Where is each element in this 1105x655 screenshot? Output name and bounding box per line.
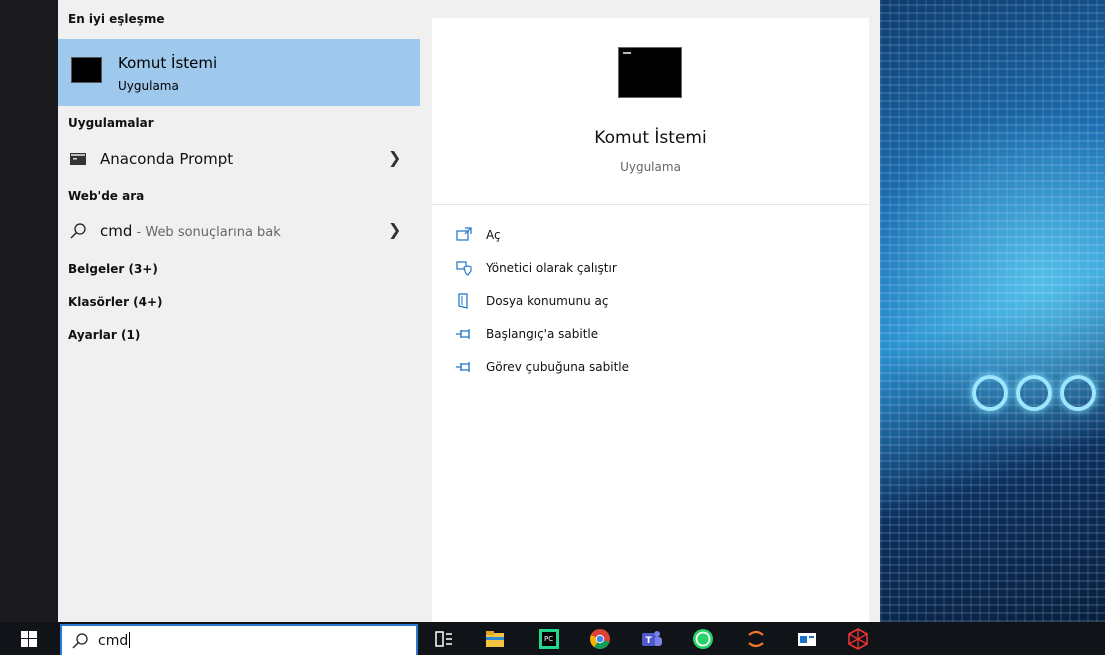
preview-pane: Komut İstemi Uygulama Aç Yönetici olarak… [420,0,880,622]
file-location-icon [458,293,468,309]
divider [432,204,869,205]
pin-icon [456,329,470,339]
desktop-wallpaper [880,0,1105,622]
svg-text:T: T [646,636,653,646]
search-icon [70,223,86,239]
wallpaper-pattern [880,0,1105,622]
pin-icon [456,362,470,372]
best-match-subtitle: Uygulama [118,79,179,93]
action-label: Dosya konumunu aç [486,294,609,308]
action-label: Görev çubuğuna sabitle [486,360,630,374]
action-label: Başlangıç'a sabitle [486,327,599,341]
pycharm-icon[interactable]: PC [537,627,561,651]
network-app-icon[interactable] [846,627,870,651]
web-suffix: - Web sonuçlarına bak [132,225,281,240]
teams-icon[interactable]: T [640,627,664,651]
command-prompt-large-icon [618,47,682,98]
jupyter-icon[interactable] [744,627,768,651]
documents-category[interactable]: Belgeler (3+) [68,262,158,276]
run-as-admin-icon [456,261,472,276]
action-open[interactable]: Aç [456,225,856,247]
windows-logo-icon [21,631,37,647]
best-match-item[interactable]: Komut İstemi Uygulama [58,39,420,106]
apps-header: Uygulamalar [68,116,154,130]
action-label: Aç [486,228,501,242]
action-run-as-admin[interactable]: Yönetici olarak çalıştır [456,258,856,280]
web-query: cmd [100,222,133,240]
best-match-title: Komut İstemi [118,54,218,72]
search-icon [72,633,88,649]
wallpaper-ring [1016,375,1052,411]
start-button[interactable] [0,622,58,655]
whatsapp-icon[interactable] [691,627,715,651]
web-result-label: cmd - Web sonuçlarına bak [100,222,281,240]
preview-card: Komut İstemi Uygulama Aç Yönetici olarak… [432,18,869,622]
text-caret [129,632,131,648]
search-text: cmd [98,632,131,649]
svg-text:PC: PC [544,635,553,643]
action-label: Yönetici olarak çalıştır [486,261,617,275]
action-pin-to-taskbar[interactable]: Görev çubuğuna sabitle [456,357,856,379]
list-item-web-search[interactable]: cmd - Web sonuçlarına bak ❯ [58,216,420,246]
list-item-anaconda-prompt[interactable]: Anaconda Prompt ❯ [58,144,420,174]
search-results-pane: En iyi eşleşme Komut İstemi Uygulama Uyg… [58,0,420,622]
chevron-right-icon[interactable]: ❯ [388,148,401,167]
app-label: Anaconda Prompt [100,150,234,168]
taskbar-search-input[interactable]: cmd [60,624,418,655]
best-match-header: En iyi eşleşme [68,12,165,26]
settings-category[interactable]: Ayarlar (1) [68,328,140,342]
open-icon [456,227,472,241]
app-window-icon[interactable] [795,627,819,651]
search-value: cmd [98,633,129,649]
preview-title: Komut İstemi [594,128,707,148]
file-explorer-icon[interactable] [483,627,507,651]
action-open-file-location[interactable]: Dosya konumunu aç [456,291,856,313]
action-pin-to-start[interactable]: Başlangıç'a sabitle [456,324,856,346]
preview-subtitle: Uygulama [620,160,681,174]
folders-category[interactable]: Klasörler (4+) [68,295,163,309]
terminal-icon [70,153,86,165]
command-prompt-icon [71,57,102,83]
chevron-right-icon[interactable]: ❯ [388,220,401,239]
start-menu-left-rail [0,0,58,622]
chrome-icon[interactable] [588,627,612,651]
task-view-icon[interactable] [432,627,456,651]
web-search-header: Web'de ara [68,189,145,203]
wallpaper-ring [1060,375,1096,411]
taskbar: cmd PC T [0,622,1105,655]
wallpaper-ring [972,375,1008,411]
